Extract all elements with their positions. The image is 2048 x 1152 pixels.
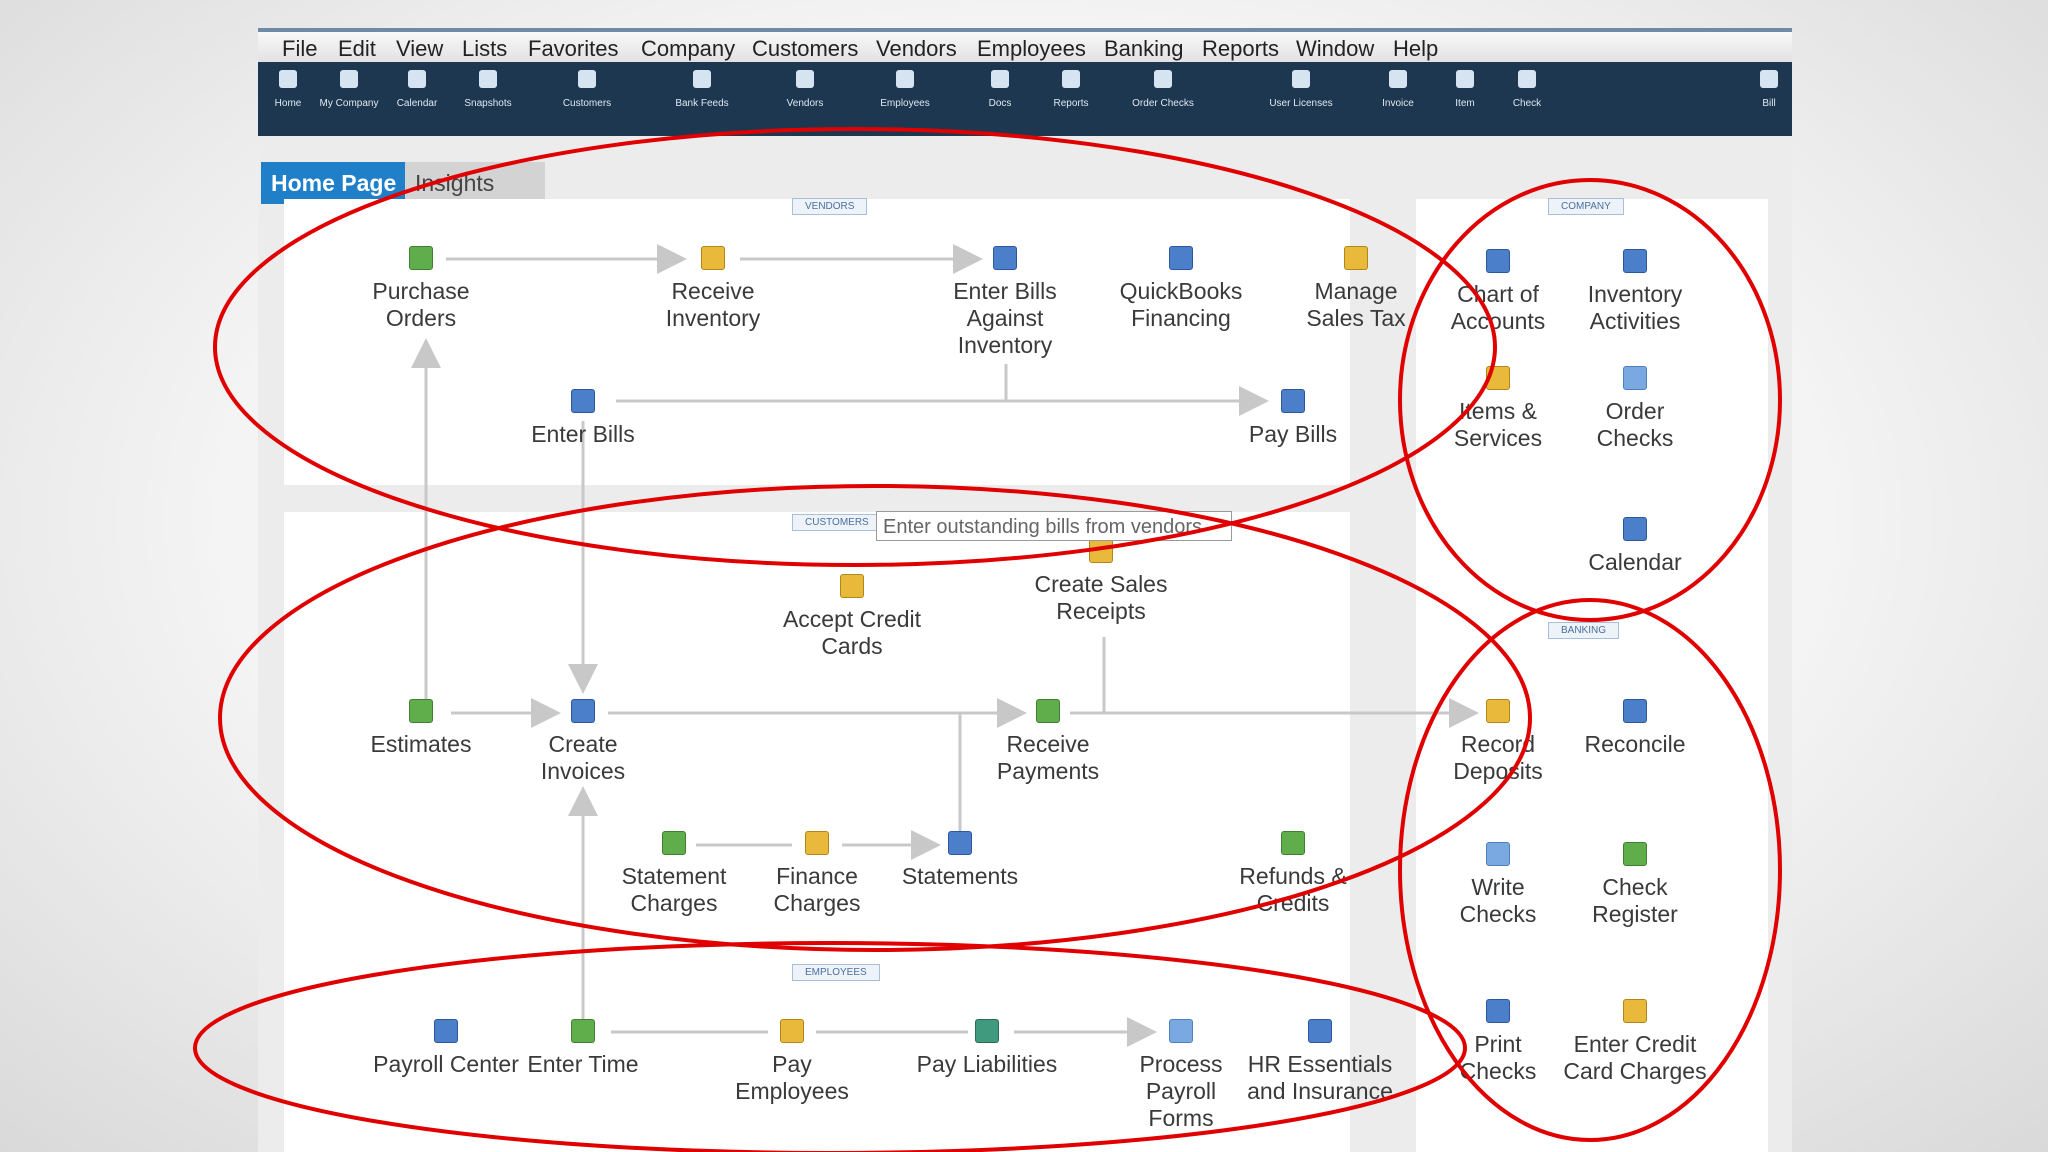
red-annotation-ovals	[193, 127, 1782, 1152]
annotation-oval-banking	[1398, 598, 1782, 1142]
annotation-oval-employees	[193, 941, 1467, 1152]
annotation-oval-vendors	[213, 127, 1497, 567]
annotation-oval-company	[1398, 178, 1782, 622]
annotation-oval-customers	[218, 484, 1532, 952]
